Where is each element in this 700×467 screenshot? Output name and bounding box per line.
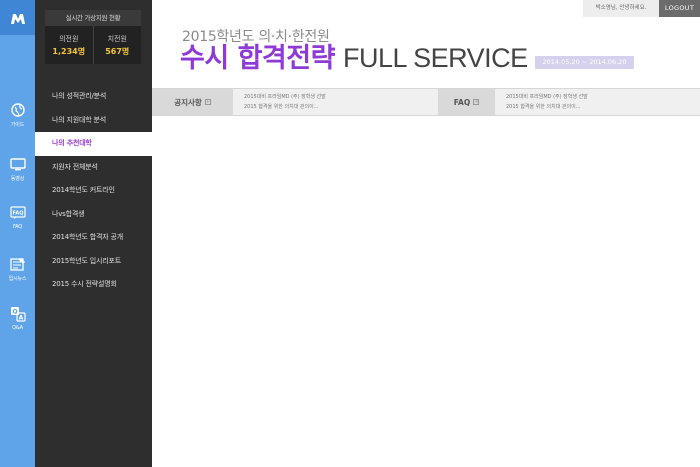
globe-icon: [10, 102, 26, 118]
menu-item-report-2015[interactable]: 2015학년도 입시리포트: [35, 250, 152, 274]
side-menu: 실시간 가상지원 현황 의전원 1,234명 치전원 567명 나의 성적관리/…: [35, 0, 152, 467]
app-root: 가이드 동영상 FAQ FAQ 입시뉴스 QA Q&A 실시간 가상지원 현황 …: [0, 0, 700, 467]
plus-icon: +: [204, 99, 211, 105]
notice-tab-label: 공지사항: [174, 97, 202, 107]
rail-item-label: 동영상: [10, 176, 25, 182]
faq-tab-label: FAQ: [453, 97, 471, 107]
stat-value: 567명: [105, 46, 130, 56]
service-period-badge: 2014.05.20 ~ 2014.06.20: [535, 56, 634, 69]
menu-item-score-analysis[interactable]: 나의 성적관리/분석: [35, 85, 152, 109]
faq-icon: FAQ: [9, 205, 26, 221]
svg-text:A: A: [18, 315, 23, 322]
svg-text:FAQ: FAQ: [12, 211, 23, 217]
qa-icon: QA: [10, 306, 26, 322]
user-greeting: 박소영님, 안녕하세요.: [583, 0, 659, 17]
menu-item-all-applicants[interactable]: 지원자 전체분석: [35, 156, 152, 180]
m-logo-icon: [10, 13, 25, 24]
notice-item[interactable]: 2015 합격을 위한 의치대 관의이...: [244, 102, 326, 112]
stat-dental: 치전원 567명: [92, 26, 142, 64]
page-title: 수시 합격전략 FULL SERVICE: [180, 41, 528, 76]
menu-item-briefing-2015[interactable]: 2015 수시 전략설명회: [35, 273, 152, 297]
menu-list: 나의 성적관리/분석 나의 지원대학 분석 나의 추천대학 지원자 전체분석 2…: [35, 85, 152, 297]
notice-tab[interactable]: 공지사항 +: [152, 89, 233, 115]
rail-item-label: 가이드: [10, 122, 25, 128]
rail-item-faq[interactable]: FAQ FAQ: [0, 201, 35, 241]
stat-value: 1,234명: [52, 46, 86, 56]
title-highlight: 수시 합격전략: [180, 43, 335, 74]
menu-item-cutline-2014[interactable]: 2014학년도 커트라인: [35, 179, 152, 203]
icon-rail: 가이드 동영상 FAQ FAQ 입시뉴스 QA Q&A: [0, 0, 35, 467]
rail-item-video[interactable]: 동영상: [0, 152, 35, 192]
faq-item[interactable]: 2015 합격을 위한 의치대 관의이...: [506, 102, 588, 112]
notice-item[interactable]: 2015대비 프라임MD (주) 장학생 선발: [244, 92, 326, 102]
rail-item-label: FAQ: [12, 224, 23, 230]
rail-item-qa[interactable]: QA Q&A: [0, 302, 35, 342]
monitor-icon: [9, 156, 26, 172]
stat-label: 의전원: [59, 34, 79, 43]
faq-list: 2015대비 프라임MD (주) 장학생 선발 2015 합격을 위한 의치대 …: [506, 92, 588, 112]
menu-item-my-school-analysis[interactable]: 나의 지원대학 분석: [35, 109, 152, 133]
faq-tab[interactable]: FAQ +: [438, 89, 495, 115]
notice-list: 2015대비 프라임MD (주) 장학생 선발 2015 합격을 위한 의치대 …: [244, 92, 326, 112]
stats-body: 의전원 1,234명 치전원 567명: [45, 26, 141, 64]
menu-item-recommended[interactable]: 나의 추천대학: [35, 132, 152, 156]
plus-icon: +: [473, 99, 480, 105]
logout-button[interactable]: LOGOUT: [659, 0, 700, 17]
home-logo-button[interactable]: [0, 0, 35, 35]
faq-item[interactable]: 2015대비 프라임MD (주) 장학생 선발: [506, 92, 588, 102]
rail-item-label: Q&A: [12, 325, 23, 331]
notice-strip: 공지사항 + 2015대비 프라임MD (주) 장학생 선발 2015 합격을 …: [152, 88, 700, 116]
news-icon: [9, 256, 26, 272]
rail-item-guide[interactable]: 가이드: [0, 98, 35, 138]
rail-item-news[interactable]: 입시뉴스: [0, 252, 35, 292]
rail-item-label: 입시뉴스: [8, 276, 27, 282]
user-bar: 박소영님, 안녕하세요. LOGOUT: [583, 0, 700, 17]
stat-label: 치전원: [107, 34, 127, 43]
menu-item-admitted-2014[interactable]: 2014학년도 합격자 공개: [35, 226, 152, 250]
stat-medical: 의전원 1,234명: [45, 26, 93, 64]
stats-title: 실시간 가상지원 현황: [45, 10, 141, 26]
menu-item-me-vs-admitted[interactable]: 나vs합격생: [35, 203, 152, 227]
realtime-stats-box: 실시간 가상지원 현황 의전원 1,234명 치전원 567명: [45, 10, 141, 64]
title-rest: FULL SERVICE: [343, 43, 528, 73]
